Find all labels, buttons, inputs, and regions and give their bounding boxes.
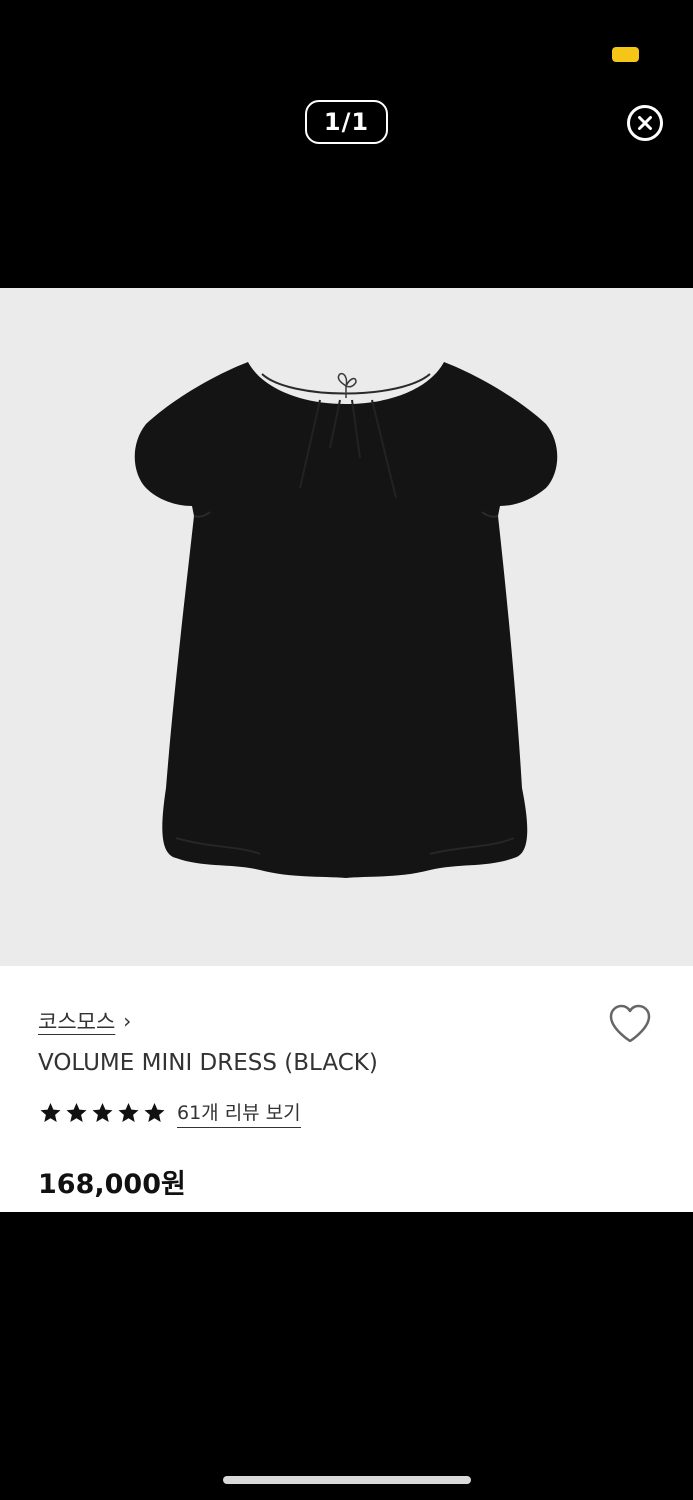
review-link[interactable]: 61개 리뷰 보기 [177, 1098, 301, 1128]
rating-row: 61개 리뷰 보기 [38, 1098, 301, 1128]
rating-stars [38, 1101, 167, 1125]
wishlist-button[interactable] [608, 1003, 652, 1045]
star-icon [118, 1103, 139, 1122]
star-icon [66, 1103, 87, 1122]
star-icon [92, 1103, 113, 1122]
heart-outline-icon [609, 1004, 651, 1043]
home-indicator[interactable] [223, 1476, 471, 1484]
dress-image [134, 362, 558, 878]
status-indicator [612, 47, 639, 62]
close-circle-icon [627, 105, 663, 141]
product-image[interactable] [0, 288, 693, 966]
product-price: 168,000원 [38, 1169, 186, 1200]
star-icon [144, 1103, 165, 1122]
product-name: VOLUME MINI DRESS (BLACK) [38, 1050, 378, 1076]
chevron-right-icon: › [123, 1009, 132, 1033]
brand-name: 코스모스 [38, 1010, 116, 1034]
product-info-panel: 코스모스 › VOLUME MINI DRESS (BLACK) 61개 리뷰 … [0, 966, 693, 1212]
brand-link[interactable]: 코스모스 › [38, 1006, 131, 1036]
image-counter: 1/1 [305, 100, 388, 144]
close-button[interactable] [626, 104, 664, 142]
star-icon [40, 1103, 61, 1122]
